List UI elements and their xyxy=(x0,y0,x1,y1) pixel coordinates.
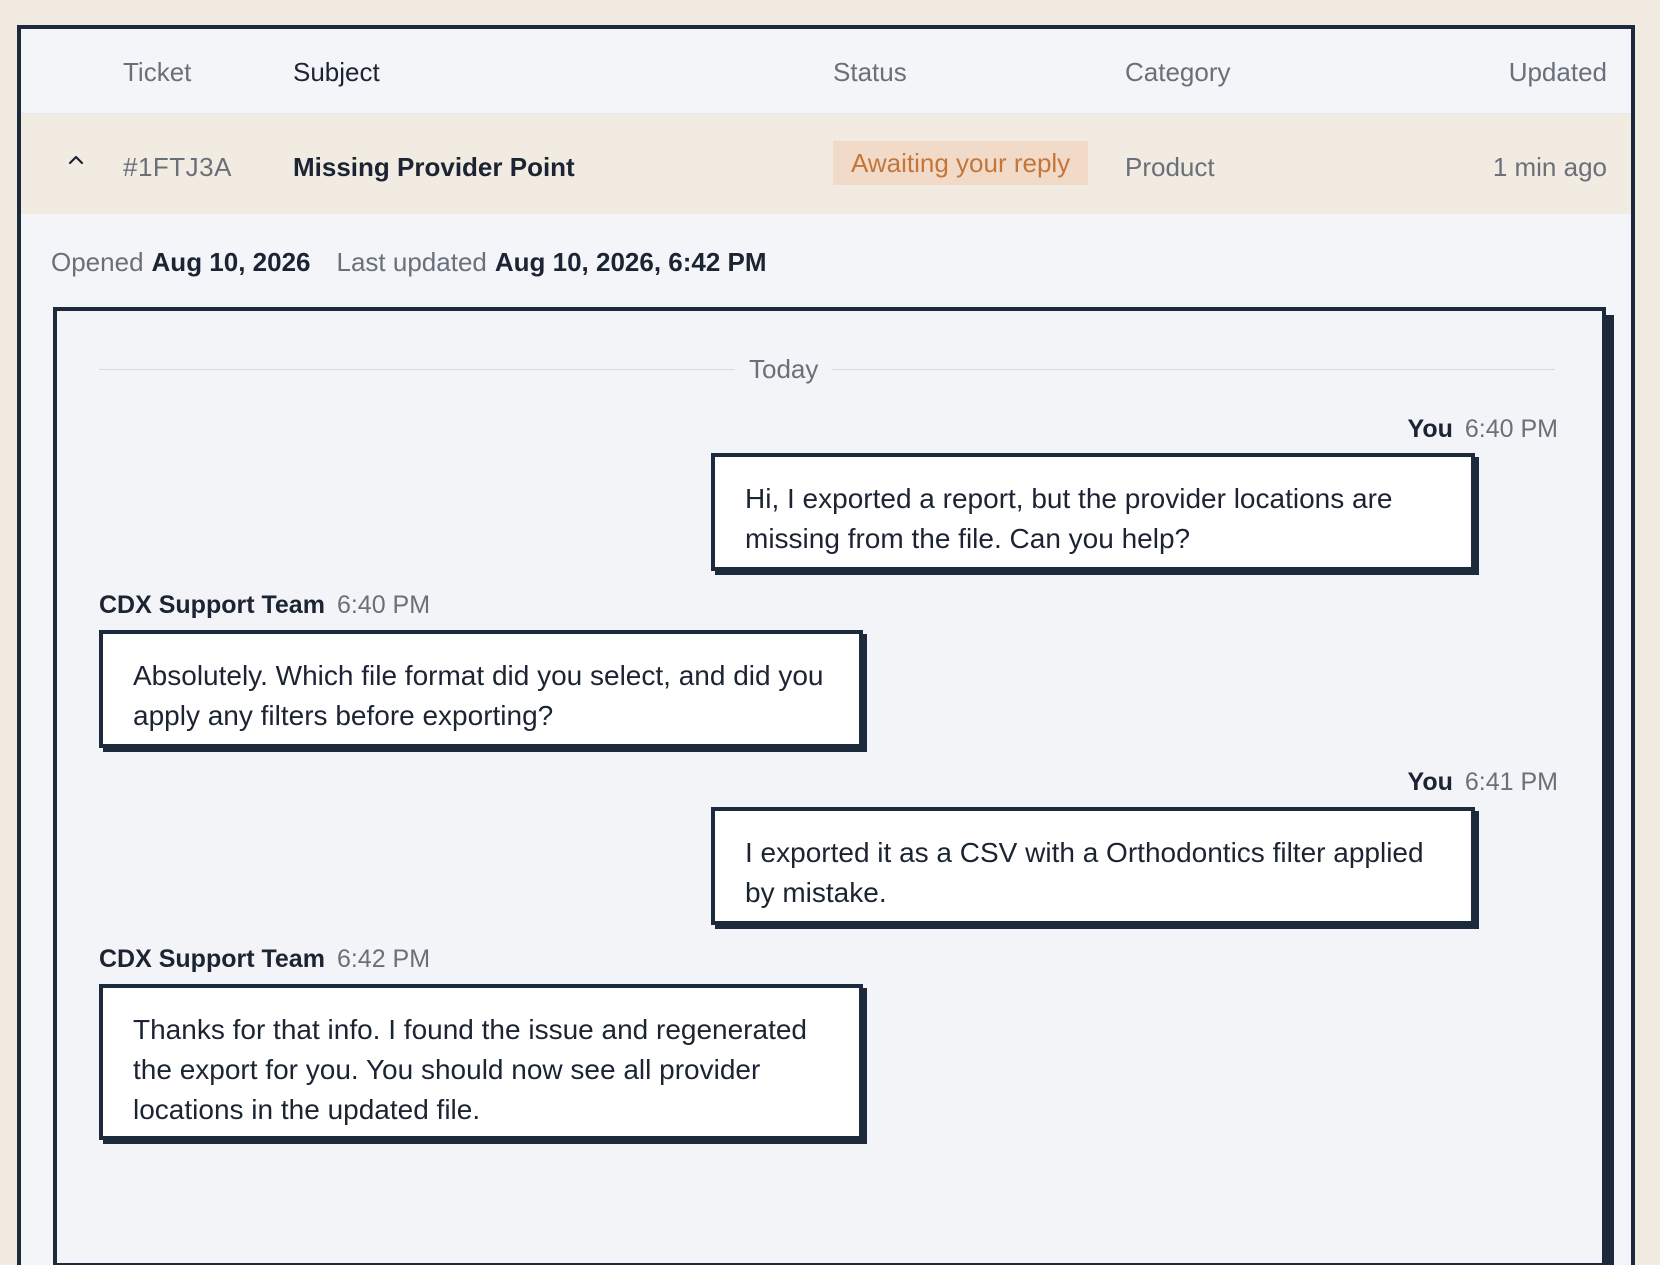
ticket-row[interactable]: #1FTJ3A Missing Provider Point Awaiting … xyxy=(21,114,1631,214)
message-time: 6:40 PM xyxy=(1464,415,1558,443)
message-time: 6:41 PM xyxy=(1464,768,1558,796)
message-bubble-user: I exported it as a CSV with a Orthodonti… xyxy=(711,807,1475,925)
message-sender: You xyxy=(1407,415,1453,443)
message-time: 6:42 PM xyxy=(336,945,431,973)
message-sender: CDX Support Team xyxy=(99,591,325,619)
header-ticket[interactable]: Ticket xyxy=(123,57,191,88)
message-bubble-support: Absolutely. Which file format did you se… xyxy=(99,630,863,748)
message-time: 6:40 PM xyxy=(336,591,431,619)
message-bubble-support: Thanks for that info. I found the issue … xyxy=(99,984,863,1140)
message-header: CDX Support Team 6:42 PM xyxy=(99,945,430,974)
ticket-panel: Ticket Subject Status Category Updated #… xyxy=(17,25,1635,1265)
ticket-meta: Opened Aug 10, 2026 Last updated Aug 10, 20… xyxy=(51,247,767,278)
header-category[interactable]: Category xyxy=(1125,57,1231,88)
message-bubble-user: Hi, I exported a report, but the provide… xyxy=(711,453,1475,571)
header-updated[interactable]: Updated xyxy=(1509,57,1607,88)
message-sender: You xyxy=(1407,768,1453,796)
date-divider-label: Today xyxy=(735,354,833,385)
header-subject[interactable]: Subject xyxy=(293,57,380,88)
conversation-thread[interactable]: Today You 6:40 PM Hi, I exported a report… xyxy=(53,307,1606,1265)
message-header: CDX Support Team 6:40 PM xyxy=(99,591,430,620)
ticket-category: Product xyxy=(1125,152,1215,182)
table-header: Ticket Subject Status Category Updated xyxy=(21,29,1631,114)
ticket-updated: 1 min ago xyxy=(1492,152,1607,182)
status-badge: Awaiting your reply xyxy=(833,141,1089,185)
ticket-id: #1FTJ3A xyxy=(123,152,232,182)
header-status[interactable]: Status xyxy=(833,57,907,88)
last-updated-value: Aug 10, 2026, 6:42 PM xyxy=(494,247,767,277)
chevron-up-icon[interactable] xyxy=(63,147,89,173)
opened-label: Opened xyxy=(51,247,144,277)
message-header: You 6:40 PM xyxy=(1408,415,1558,444)
message-sender: CDX Support Team xyxy=(99,945,325,973)
last-updated-label: Last updated xyxy=(336,247,487,277)
opened-value: Aug 10, 2026 xyxy=(151,247,311,277)
message-header: You 6:41 PM xyxy=(1408,768,1558,797)
ticket-subject: Missing Provider Point xyxy=(293,152,575,182)
